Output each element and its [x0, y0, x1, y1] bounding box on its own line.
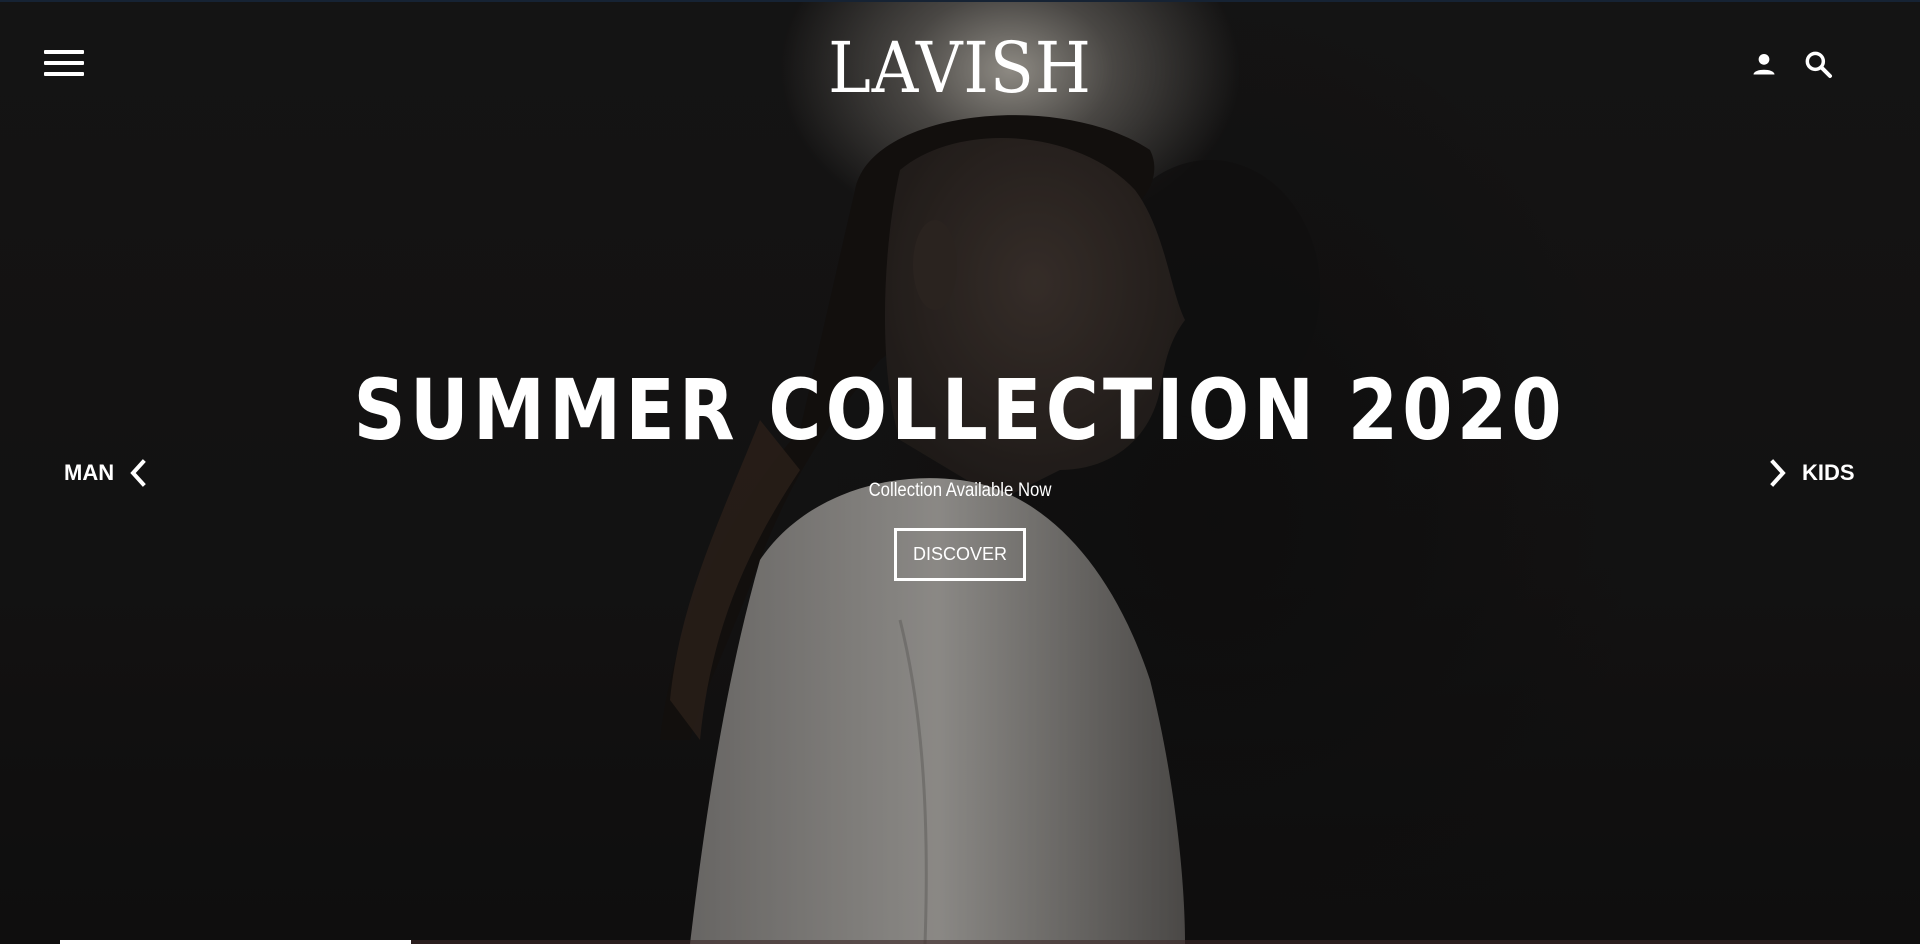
prev-slide-label: MAN	[64, 460, 115, 485]
hero-content: SUMMER COLLECTION 2020 Collection Availa…	[0, 360, 1920, 581]
chevron-left-icon	[130, 459, 146, 487]
search-icon[interactable]	[1802, 48, 1834, 80]
hero-section: LAVISH SUMMER COLLECTION 2020 Collection…	[0, 0, 1920, 944]
slideshow-progress-fill	[60, 940, 411, 944]
site-logo[interactable]: LAVISH	[776, 28, 1144, 108]
slideshow-progress-track	[60, 940, 1860, 944]
hero-title: SUMMER COLLECTION 2020	[353, 361, 1567, 459]
hamburger-menu-icon[interactable]	[44, 50, 84, 80]
chevron-right-icon	[1770, 459, 1786, 487]
prev-slide-man[interactable]: MAN	[64, 458, 148, 488]
next-slide-label: KIDS	[1802, 460, 1855, 485]
hero-subtitle: Collection Available Now	[868, 480, 1052, 501]
discover-button[interactable]: DISCOVER	[894, 528, 1026, 581]
next-slide-kids[interactable]: KIDS	[1768, 458, 1855, 488]
user-icon[interactable]	[1750, 50, 1778, 78]
